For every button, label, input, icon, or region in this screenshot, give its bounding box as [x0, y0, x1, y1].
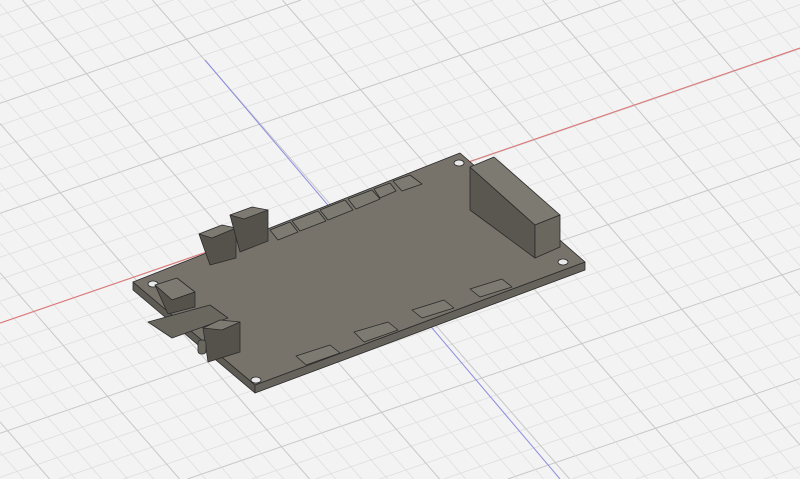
mounting-hole: [557, 258, 569, 266]
mounting-hole: [453, 159, 465, 167]
cad-viewport[interactable]: [0, 0, 800, 479]
mounting-hole: [250, 376, 262, 384]
jack-barrel: [197, 339, 207, 355]
